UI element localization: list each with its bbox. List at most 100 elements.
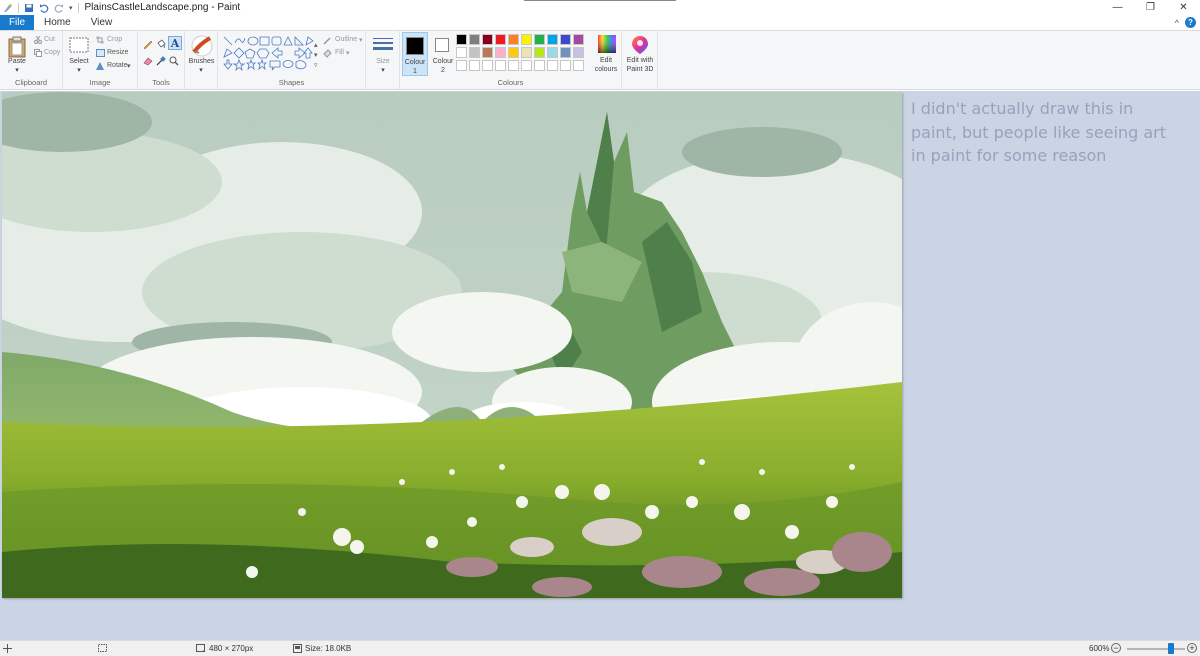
palette-swatch[interactable] (521, 47, 532, 58)
shapes-gallery[interactable] (222, 35, 314, 71)
palette-swatch[interactable] (547, 47, 558, 58)
palette-swatch[interactable] (469, 60, 480, 71)
eraser-icon[interactable] (143, 56, 153, 66)
palette-swatch[interactable] (456, 34, 467, 45)
outline-button[interactable]: Outline (335, 36, 357, 43)
zoom-in-button[interactable]: + (1187, 643, 1197, 653)
copy-button[interactable]: Copy (44, 49, 60, 56)
palette-swatch[interactable] (495, 60, 506, 71)
resize-button[interactable]: Resize (107, 49, 128, 56)
crop-button[interactable]: Crop (107, 36, 122, 43)
redo-icon[interactable] (54, 3, 64, 13)
palette-swatch[interactable] (508, 47, 519, 58)
fill-bucket-icon[interactable] (156, 39, 166, 49)
drawing-canvas[interactable] (2, 92, 902, 598)
cut-button[interactable]: Cut (44, 36, 55, 43)
shapes-scroll-up-icon[interactable]: ▴ (314, 41, 318, 49)
select-icon[interactable] (69, 37, 89, 53)
maximize-button[interactable]: ❐ (1134, 0, 1167, 15)
image-group: Select ▾ Crop Resize Rotate ▾ Image (63, 31, 138, 89)
tab-view[interactable]: View (81, 15, 123, 30)
paint-3d-icon[interactable] (631, 35, 649, 55)
shapes-group-label: Shapes (278, 78, 305, 87)
size-button[interactable]: Size (368, 58, 398, 65)
palette-swatch[interactable] (469, 47, 480, 58)
rotate-dropdown-icon[interactable]: ▾ (127, 62, 131, 70)
palette-swatch[interactable] (482, 34, 493, 45)
zoom-slider-thumb[interactable] (1168, 643, 1174, 654)
paint-3d-label[interactable]: Edit with (622, 57, 658, 64)
shapes-scroll-down-icon[interactable]: ▾ (314, 51, 318, 59)
palette-swatch[interactable] (573, 60, 584, 71)
colour-1-number: 1 (413, 68, 417, 75)
brush-icon[interactable] (191, 35, 213, 57)
size-dropdown-icon[interactable]: ▾ (379, 66, 387, 74)
text-tool-icon[interactable]: A (168, 36, 182, 50)
palette-swatch[interactable] (534, 47, 545, 58)
palette-swatch[interactable] (508, 60, 519, 71)
palette-swatch[interactable] (521, 34, 532, 45)
fill-dropdown-icon[interactable]: ▾ (346, 49, 350, 57)
palette-swatch[interactable] (469, 34, 480, 45)
colour-1-swatch (406, 37, 424, 55)
palette-swatch[interactable] (508, 34, 519, 45)
paint-3d-label-line2[interactable]: Paint 3D (622, 66, 658, 73)
colours-group: Colour 1 Colour 2 Edit colours Colours (400, 31, 622, 89)
brushes-dropdown-icon[interactable]: ▾ (197, 66, 205, 74)
palette-swatch[interactable] (573, 34, 584, 45)
save-icon[interactable] (24, 3, 34, 13)
palette-swatch[interactable] (482, 47, 493, 58)
palette-swatch[interactable] (547, 34, 558, 45)
size-group: Size ▾ (366, 31, 400, 89)
rotate-button[interactable]: Rotate (107, 62, 128, 69)
tab-file[interactable]: File (0, 15, 34, 30)
paste-dropdown-icon[interactable]: ▾ (13, 66, 21, 74)
minimize-button[interactable]: — (1101, 0, 1134, 15)
colour-1-button[interactable]: Colour 1 (402, 32, 428, 76)
palette-swatch[interactable] (560, 60, 571, 71)
paste-icon[interactable] (8, 36, 26, 58)
edit-colours-label: Edit (599, 57, 613, 64)
outline-dropdown-icon[interactable]: ▾ (359, 36, 363, 44)
canvas-workspace: I didn't actually draw this in paint, bu… (0, 91, 1200, 640)
palette-swatch[interactable] (456, 47, 467, 58)
shapes-expand-icon[interactable]: ▿ (314, 61, 318, 69)
zoom-slider-track[interactable] (1127, 648, 1185, 650)
palette-swatch[interactable] (534, 34, 545, 45)
quick-access-toolbar: ▾ (0, 0, 79, 15)
palette-swatch[interactable] (560, 34, 571, 45)
colour-2-button[interactable]: Colour 2 (430, 32, 456, 76)
line-size-icon[interactable] (373, 37, 393, 53)
tab-home[interactable]: Home (34, 15, 81, 30)
zoom-out-button[interactable]: − (1111, 643, 1121, 653)
paint-app-icon (4, 3, 12, 12)
colour-picker-icon[interactable] (156, 56, 166, 66)
palette-swatch[interactable] (495, 34, 506, 45)
image-group-label: Image (89, 78, 111, 87)
magnifier-icon[interactable] (169, 56, 179, 66)
paste-button[interactable]: Paste (4, 58, 30, 65)
palette-swatch[interactable] (521, 60, 532, 71)
undo-icon[interactable] (39, 3, 49, 13)
select-dropdown-icon[interactable]: ▾ (75, 66, 83, 74)
palette-swatch[interactable] (560, 47, 571, 58)
fill-button[interactable]: Fill (335, 49, 344, 56)
ribbon: Paste ▾ Cut Copy Clipboard Select ▾ Crop… (0, 30, 1200, 90)
palette-swatch[interactable] (534, 60, 545, 71)
palette-swatch[interactable] (573, 47, 584, 58)
select-button[interactable]: Select (67, 58, 91, 65)
palette-swatch[interactable] (482, 60, 493, 71)
palette-swatch[interactable] (547, 60, 558, 71)
pencil-icon[interactable] (143, 39, 153, 49)
collapse-ribbon-icon[interactable]: ^ (1175, 18, 1179, 28)
ribbon-tabs: File Home View ^ ? (0, 15, 1200, 30)
brushes-button[interactable]: Brushes (186, 58, 217, 65)
palette-swatch[interactable] (456, 60, 467, 71)
brushes-group: Brushes ▾ (185, 31, 218, 89)
help-icon[interactable]: ? (1185, 17, 1196, 28)
file-size-text: Size: 18.0KB (305, 644, 352, 653)
clipboard-group: Paste ▾ Cut Copy Clipboard (0, 31, 63, 89)
palette-swatch[interactable] (495, 47, 506, 58)
close-button[interactable]: ✕ (1167, 0, 1200, 15)
customize-quick-access-icon[interactable]: ▾ (69, 4, 73, 12)
